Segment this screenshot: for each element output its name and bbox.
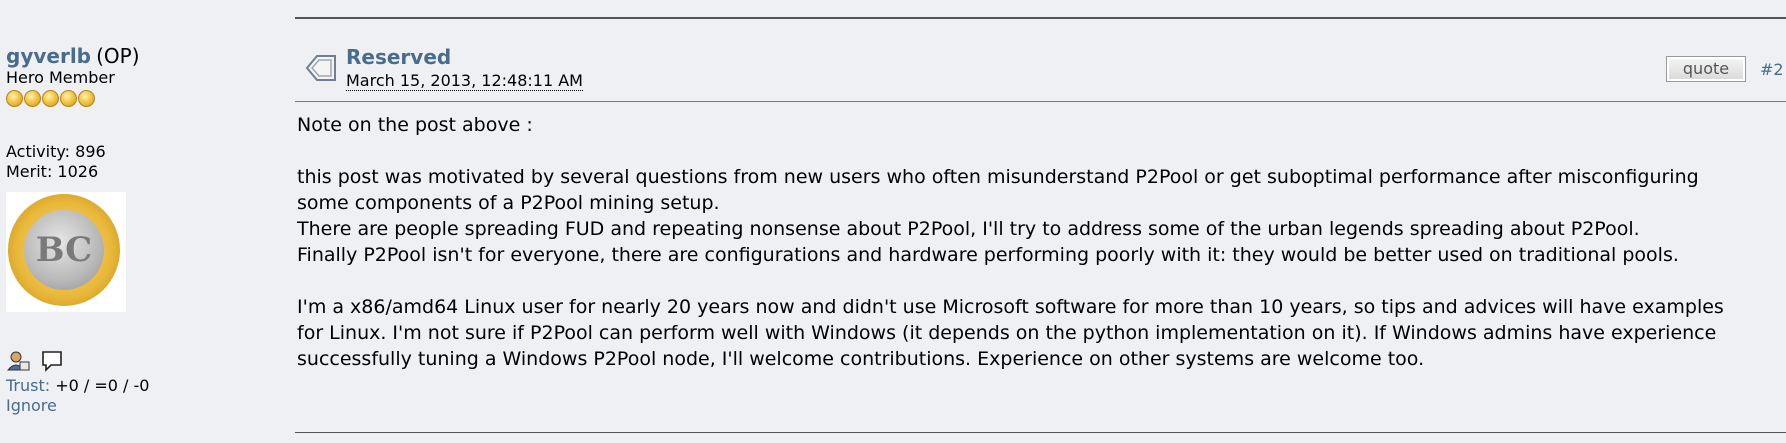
avatar: BC xyxy=(6,192,126,312)
post-line: this post was motivated by several quest… xyxy=(297,166,1699,188)
top-divider xyxy=(295,17,1786,19)
post-line: successfully tuning a Windows P2Pool nod… xyxy=(297,348,1425,370)
post-line: some components of a P2Pool mining setup… xyxy=(297,192,720,214)
trust-label[interactable]: Trust: xyxy=(6,376,50,395)
message-icon[interactable] xyxy=(41,350,65,372)
star-icon xyxy=(42,90,59,107)
post-line: for Linux. I'm not sure if P2Pool can pe… xyxy=(297,322,1717,344)
avatar-text: BC xyxy=(24,210,104,290)
merit-count: Merit: 1026 xyxy=(6,162,99,181)
post-body: Note on the post above : this post was m… xyxy=(297,112,1783,372)
post-subject-link[interactable]: Reserved xyxy=(346,45,451,69)
rank-stars xyxy=(6,90,276,108)
op-label: (OP) xyxy=(96,44,140,68)
bitcoin-coin-icon: BC xyxy=(8,194,120,306)
member-rank: Hero Member xyxy=(6,68,115,87)
post-line: I'm a x86/amd64 Linux user for nearly 20… xyxy=(297,296,1724,318)
star-icon xyxy=(78,90,95,107)
post-line: Finally P2Pool isn't for everyone, there… xyxy=(297,244,1679,266)
post-line: There are people spreading FUD and repea… xyxy=(297,218,1640,240)
star-icon xyxy=(6,90,23,107)
post-date[interactable]: March 15, 2013, 12:48:11 AM xyxy=(346,71,583,91)
star-icon xyxy=(24,90,41,107)
poster-info: gyverlb (OP) Hero Member Activity: 896 M… xyxy=(6,44,276,416)
star-icon xyxy=(60,90,77,107)
bottom-divider xyxy=(295,432,1786,433)
header-divider xyxy=(295,101,1786,102)
poster-name-link[interactable]: gyverlb xyxy=(6,44,91,68)
post-number-link[interactable]: #2 xyxy=(1760,60,1784,79)
post-topic-icon xyxy=(303,50,339,86)
activity-count: Activity: 896 xyxy=(6,142,106,161)
ignore-link[interactable]: Ignore xyxy=(6,396,276,416)
quote-button[interactable]: quote xyxy=(1666,56,1746,82)
profile-icon[interactable] xyxy=(6,350,30,372)
post-line: Note on the post above : xyxy=(297,114,533,136)
trust-value: +0 / =0 / -0 xyxy=(55,376,150,395)
